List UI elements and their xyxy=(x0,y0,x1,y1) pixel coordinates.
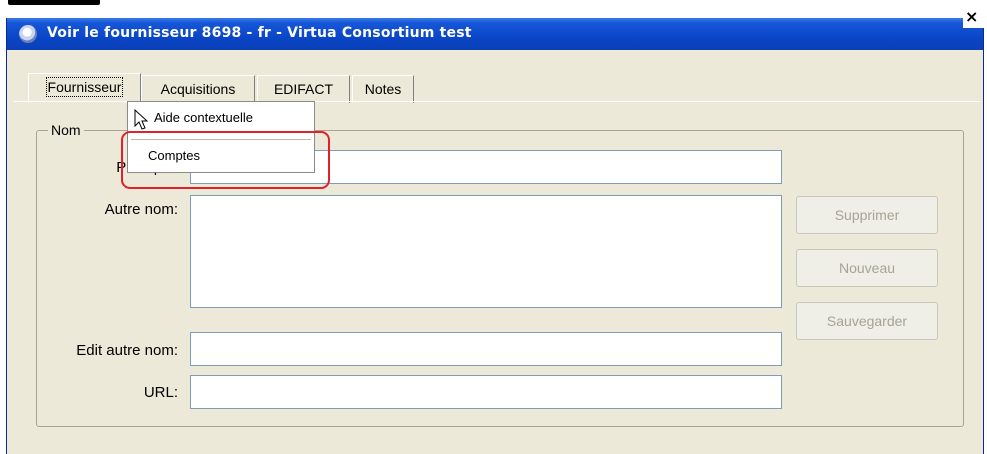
tab-label: Acquisitions xyxy=(160,81,236,97)
url-field[interactable] xyxy=(190,375,782,409)
tab-label: Fournisseur xyxy=(45,77,124,97)
close-button[interactable]: × xyxy=(963,6,987,28)
autre-nom-list[interactable] xyxy=(190,195,782,308)
sauvegarder-button[interactable]: Sauvegarder xyxy=(796,302,938,340)
title-bar[interactable]: Voir le fournisseur 8698 - fr - Virtua C… xyxy=(7,18,983,50)
tab-acquisitions[interactable]: Acquisitions xyxy=(141,75,255,103)
close-icon[interactable]: × xyxy=(965,7,978,26)
window-title: Voir le fournisseur 8698 - fr - Virtua C… xyxy=(47,25,472,41)
tab-label: Notes xyxy=(364,81,402,97)
nouveau-button[interactable]: Nouveau xyxy=(796,249,938,287)
cut-text-fragment xyxy=(8,0,100,5)
menu-item-aide-contextuelle[interactable]: Aide contextuelle xyxy=(154,110,253,125)
edit-autre-nom-field[interactable] xyxy=(190,332,782,366)
supprimer-button[interactable]: Supprimer xyxy=(796,196,938,234)
tab-edifact[interactable]: EDIFACT xyxy=(257,75,350,103)
group-label: Nom xyxy=(48,122,84,138)
tab-notes[interactable]: Notes xyxy=(352,75,414,103)
tab-fournisseur[interactable]: Fournisseur xyxy=(28,73,141,103)
url-label: URL: xyxy=(143,384,178,401)
mouse-cursor-icon xyxy=(134,109,148,130)
app-icon xyxy=(19,25,37,43)
edit-autre-nom-label: Edit autre nom: xyxy=(76,342,178,359)
red-highlight-frame xyxy=(121,131,330,189)
autre-nom-label: Autre nom: xyxy=(104,201,178,218)
tab-label: EDIFACT xyxy=(273,81,334,97)
